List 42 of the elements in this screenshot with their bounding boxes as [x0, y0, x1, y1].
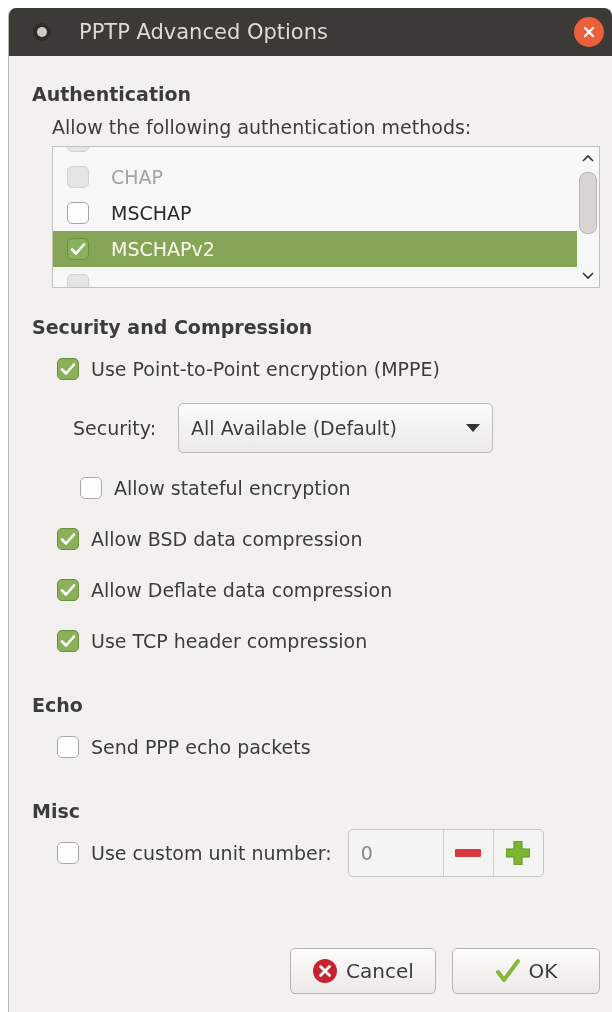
section-heading: Security and Compression: [32, 315, 314, 340]
cancel-icon: [312, 958, 339, 984]
checkbox-label: Allow Deflate data compression: [91, 578, 393, 601]
list-item[interactable]: MSCHAP: [53, 195, 577, 231]
spin-value: 0: [359, 840, 374, 866]
checkbox-label: Use Point-to-Point encryption (MPPE): [91, 357, 440, 380]
dropdown-label: Security:: [73, 417, 157, 439]
section-heading: Echo: [32, 693, 84, 718]
cancel-button[interactable]: Cancel: [290, 948, 436, 994]
checkbox[interactable]: [57, 735, 79, 758]
ok-button[interactable]: OK: [452, 948, 600, 994]
minus-icon: [455, 848, 482, 857]
scrollbar-thumb[interactable]: [579, 172, 597, 234]
caret-icon: [466, 424, 481, 432]
close-icon: [582, 25, 596, 39]
close-button[interactable]: [574, 17, 604, 47]
list-item-label: MSCHAP: [111, 202, 192, 224]
window-menu-dot-icon: [31, 21, 53, 43]
scroll-up-icon: [581, 153, 595, 163]
section-heading: Authentication: [32, 82, 193, 107]
checkbox[interactable]: [57, 357, 79, 380]
list-item-label: MSCHAPv2: [111, 238, 215, 260]
checkbox-label: Send PPP echo packets: [91, 735, 311, 758]
checkbox-label: Use TCP header compression: [91, 629, 368, 652]
security-dropdown[interactable]: All Available (Default): [178, 403, 494, 453]
scroll-down-icon: [581, 271, 595, 281]
checkbox[interactable]: [57, 578, 79, 601]
window-title: PPTP Advanced Options: [79, 20, 329, 44]
list-prompt: Allow the following authentication methods:: [52, 116, 473, 138]
checkbox-label: Allow stateful encryption: [114, 476, 351, 499]
list-item-label: CHAP: [111, 166, 163, 188]
checkbox-label: Use custom unit number:: [91, 841, 332, 864]
checkbox[interactable]: [57, 527, 79, 550]
checkmark-icon: [494, 958, 521, 984]
checkbox[interactable]: [57, 841, 79, 864]
checkbox[interactable]: [67, 238, 89, 260]
checkbox[interactable]: [80, 476, 102, 499]
section-heading: Misc: [32, 799, 81, 824]
checkbox[interactable]: [57, 629, 79, 652]
checkbox-label: Allow BSD data compression: [91, 527, 363, 550]
plus-icon: [506, 840, 531, 865]
checkbox[interactable]: [67, 202, 89, 224]
